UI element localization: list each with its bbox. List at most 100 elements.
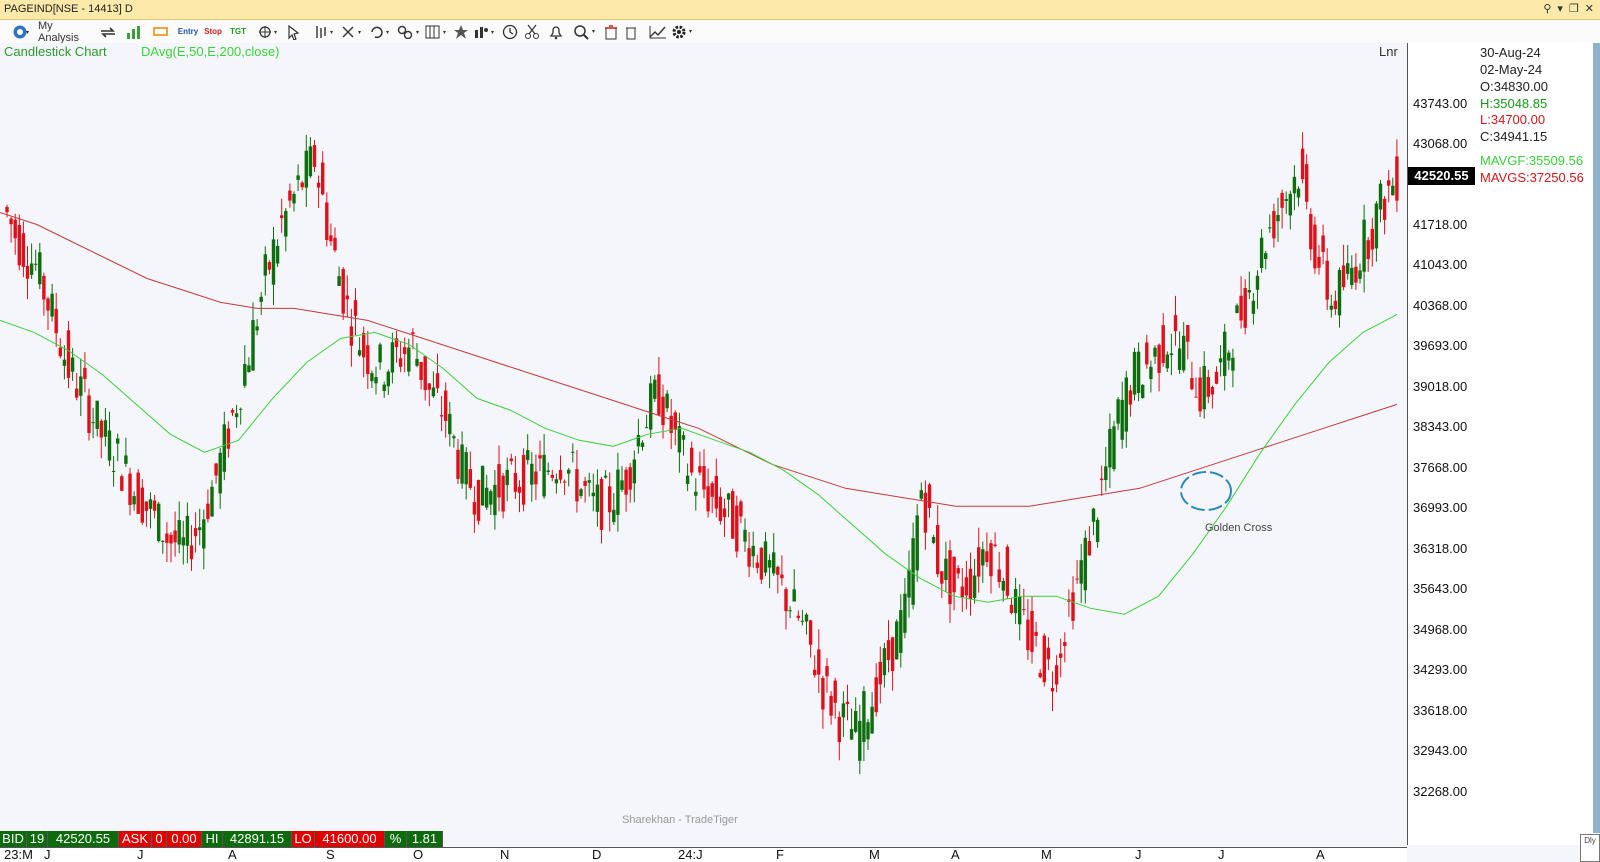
- candle-body[interactable]: [554, 479, 559, 484]
- candle-body[interactable]: [300, 182, 304, 188]
- chart-canvas[interactable]: [0, 43, 1407, 845]
- candle-body[interactable]: [1083, 537, 1087, 591]
- candle-body[interactable]: [296, 175, 300, 180]
- candle-body[interactable]: [960, 586, 964, 598]
- candle-body[interactable]: [956, 568, 960, 574]
- candle-body[interactable]: [374, 377, 378, 384]
- candle-body[interactable]: [562, 481, 567, 483]
- candle-body[interactable]: [538, 455, 542, 459]
- close-icon[interactable]: ✕: [1585, 2, 1594, 15]
- candle-body[interactable]: [513, 472, 518, 492]
- candlestick-chart[interactable]: [0, 43, 1407, 845]
- candle-body[interactable]: [907, 569, 911, 598]
- candle-body[interactable]: [42, 275, 46, 300]
- candle-body[interactable]: [854, 711, 858, 732]
- candle-body[interactable]: [1075, 578, 1079, 580]
- candle-body[interactable]: [1292, 176, 1297, 194]
- candle-body[interactable]: [107, 430, 112, 461]
- candle-body[interactable]: [480, 465, 485, 506]
- candle-body[interactable]: [1264, 253, 1268, 260]
- candle-body[interactable]: [595, 484, 600, 512]
- candle-body[interactable]: [21, 233, 26, 267]
- candle-body[interactable]: [583, 480, 587, 486]
- candle-body[interactable]: [427, 383, 431, 390]
- candle-body[interactable]: [1165, 354, 1169, 369]
- candle-body[interactable]: [1190, 378, 1194, 390]
- candle-body[interactable]: [308, 146, 313, 177]
- sync-icon[interactable]: [98, 23, 118, 40]
- candle-body[interactable]: [444, 390, 448, 421]
- restore-icon[interactable]: ❐: [1569, 2, 1579, 15]
- candle-body[interactable]: [1317, 256, 1321, 268]
- candle-body[interactable]: [177, 520, 181, 545]
- crosshair-icon[interactable]: [256, 23, 280, 40]
- candle-body[interactable]: [747, 548, 751, 567]
- candle-body[interactable]: [415, 358, 419, 366]
- candle-body[interactable]: [1046, 647, 1051, 660]
- candle-body[interactable]: [530, 463, 534, 485]
- candle-body[interactable]: [1321, 235, 1325, 252]
- candle-body[interactable]: [382, 384, 386, 391]
- candle-body[interactable]: [821, 677, 825, 710]
- candle-body[interactable]: [735, 505, 739, 552]
- candle-body[interactable]: [1120, 399, 1124, 440]
- candle-body[interactable]: [386, 371, 390, 387]
- candle-body[interactable]: [878, 661, 882, 685]
- candle-body[interactable]: [259, 296, 263, 302]
- candle-body[interactable]: [157, 503, 161, 542]
- candle-body[interactable]: [526, 450, 530, 461]
- candle-body[interactable]: [398, 358, 403, 367]
- candle-body[interactable]: [1358, 270, 1362, 279]
- candle-body[interactable]: [62, 359, 67, 366]
- candle-body[interactable]: [653, 379, 657, 399]
- candle-body[interactable]: [944, 558, 948, 580]
- candle-body[interactable]: [66, 330, 71, 378]
- candle-body[interactable]: [230, 410, 235, 413]
- candle-body[interactable]: [849, 729, 854, 740]
- candle-body[interactable]: [353, 300, 358, 316]
- candle-body[interactable]: [1079, 560, 1083, 584]
- candle-body[interactable]: [718, 496, 723, 522]
- candle-body[interactable]: [9, 218, 13, 225]
- candle-body[interactable]: [370, 373, 374, 382]
- link-icon[interactable]: [396, 23, 422, 40]
- candle-body[interactable]: [739, 501, 743, 517]
- candle-body[interactable]: [603, 475, 608, 478]
- candle-body[interactable]: [616, 469, 620, 515]
- candle-body[interactable]: [722, 508, 727, 518]
- star-icon[interactable]: [452, 23, 470, 40]
- candle-body[interactable]: [288, 190, 292, 201]
- candle-body[interactable]: [1104, 466, 1108, 480]
- candle-body[interactable]: [1034, 631, 1038, 636]
- candle-body[interactable]: [1042, 635, 1046, 683]
- candle-body[interactable]: [899, 610, 903, 653]
- candle-body[interactable]: [649, 383, 653, 430]
- candle-body[interactable]: [936, 524, 940, 575]
- candle-body[interactable]: [767, 560, 772, 568]
- candle-body[interactable]: [280, 215, 284, 219]
- candle-body[interactable]: [1346, 263, 1350, 274]
- candle-body[interactable]: [612, 509, 616, 523]
- candle-body[interactable]: [804, 614, 809, 622]
- candle-body[interactable]: [1382, 198, 1387, 220]
- candle-body[interactable]: [1391, 185, 1395, 196]
- candle-body[interactable]: [1087, 541, 1092, 556]
- candle-body[interactable]: [267, 262, 272, 270]
- candle-body[interactable]: [148, 499, 153, 509]
- candle-body[interactable]: [751, 545, 755, 557]
- candle-body[interactable]: [546, 470, 550, 472]
- bar-chart-icon[interactable]: [124, 23, 144, 40]
- candle-body[interactable]: [13, 219, 17, 239]
- candle-body[interactable]: [193, 528, 198, 537]
- candle-body[interactable]: [34, 263, 38, 265]
- candle-body[interactable]: [1272, 211, 1276, 239]
- candle-body[interactable]: [206, 503, 210, 519]
- candle-body[interactable]: [599, 478, 604, 530]
- candle-body[interactable]: [776, 566, 780, 575]
- candle-body[interactable]: [501, 475, 505, 512]
- candle-body[interactable]: [796, 615, 800, 618]
- candle-body[interactable]: [927, 484, 932, 509]
- candle-body[interactable]: [817, 649, 821, 675]
- candle-body[interactable]: [1136, 351, 1141, 394]
- alert-bell-icon[interactable]: [546, 23, 566, 40]
